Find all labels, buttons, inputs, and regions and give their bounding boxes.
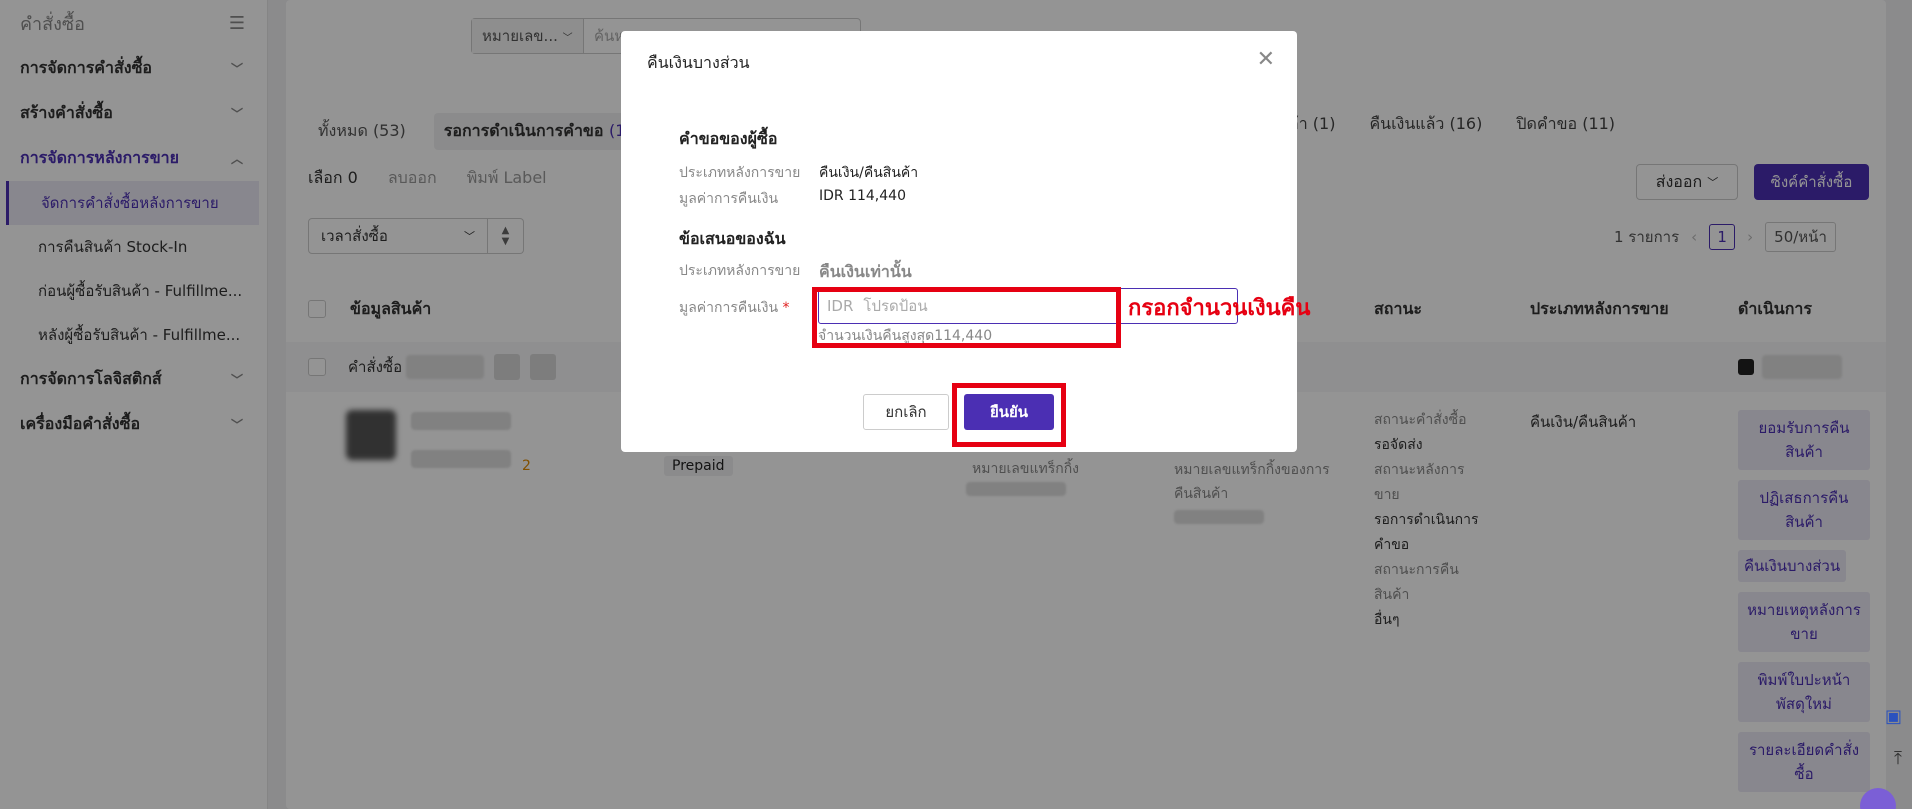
buyer-type-row: ประเภทหลังการขาย คืนเงิน/คืนสินค้า — [679, 162, 918, 184]
my-type-label: ประเภทหลังการขาย — [679, 263, 801, 279]
buyer-amount-value: IDR 114,440 — [819, 188, 906, 204]
my-type-value: คืนเงินเท่านั้น — [819, 262, 912, 281]
cancel-button[interactable]: ยกเลิก — [863, 394, 949, 430]
close-icon[interactable]: ✕ — [1257, 47, 1275, 72]
annotation-text: กรอกจำนวนเงินคืน — [1128, 296, 1311, 321]
my-type-row: ประเภทหลังการขาย คืนเงินเท่านั้น — [679, 260, 912, 285]
annotation-box-input — [812, 287, 1121, 348]
my-offer-title: ข้อเสนอของฉัน — [679, 229, 786, 248]
required-mark: * — [782, 300, 790, 316]
buyer-amount-row: มูลค่าการคืนเงิน IDR 114,440 — [679, 188, 906, 210]
buyer-request-title: คำขอของผู้ซื้อ — [679, 129, 778, 148]
buyer-amount-label: มูลค่าการคืนเงิน — [679, 191, 779, 207]
dialog-title: คืนเงินบางส่วน — [647, 53, 750, 72]
back-to-top-icon[interactable]: ⤒ — [1894, 748, 1902, 769]
my-amount-row: มูลค่าการคืนเงิน * — [679, 297, 819, 319]
buyer-type-value: คืนเงิน/คืนสินค้า — [819, 165, 919, 181]
chat-icon[interactable]: ▣ — [1885, 706, 1902, 727]
buyer-type-label: ประเภทหลังการขาย — [679, 165, 801, 181]
annotation-box-confirm — [952, 383, 1066, 447]
my-amount-label: มูลค่าการคืนเงิน — [679, 300, 779, 316]
my-amount-label-wrap: มูลค่าการคืนเงิน * — [679, 297, 819, 319]
